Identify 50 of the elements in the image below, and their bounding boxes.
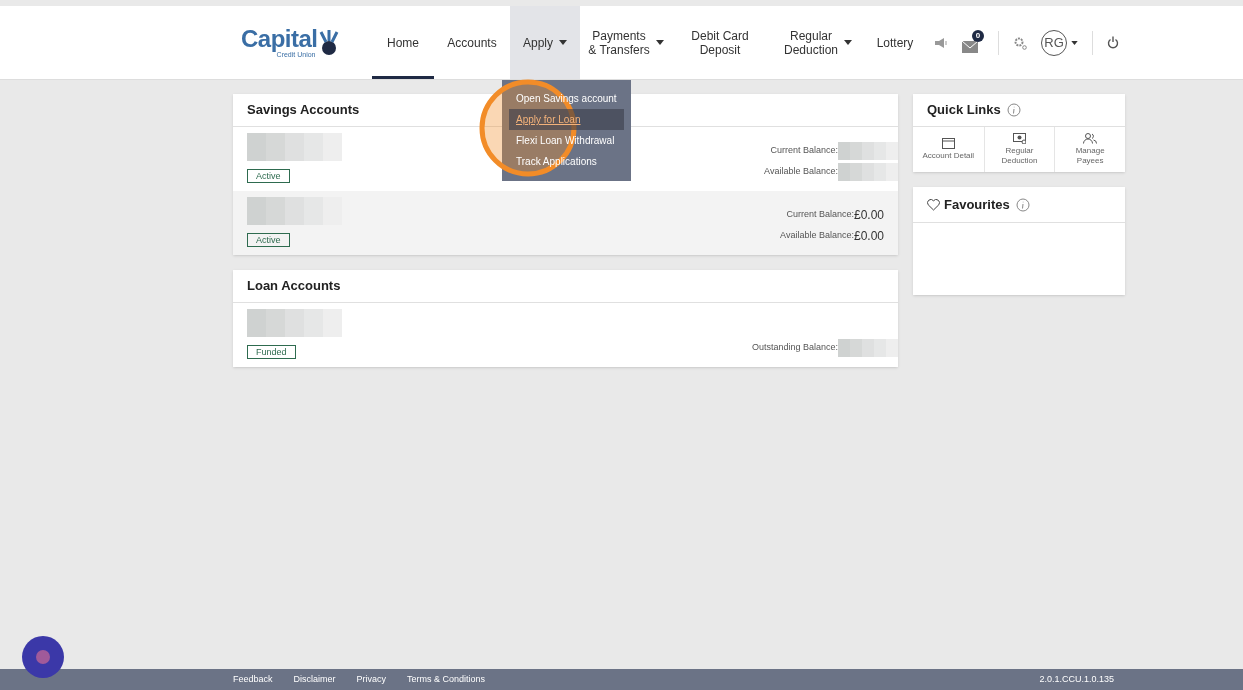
mail-button[interactable]: 0	[962, 32, 984, 53]
heart-icon	[927, 198, 940, 211]
balance-label: Current Balance:	[770, 144, 838, 158]
balance-value: £0.00	[853, 207, 884, 224]
redacted-block	[838, 142, 898, 160]
footer-link[interactable]: Privacy	[356, 672, 387, 687]
quick-link[interactable]: Account Detail	[913, 127, 984, 172]
nav-tab[interactable]: Home	[372, 6, 434, 79]
nav-tab[interactable]: Apply	[510, 6, 580, 79]
message-badge: 0	[972, 29, 984, 42]
caret-icon	[844, 40, 852, 45]
footer-link[interactable]: Terms & Conditions	[407, 672, 486, 687]
nav-tab[interactable]: Debit Card Deposit	[672, 6, 768, 79]
quick-link[interactable]: Regular Deduction	[983, 127, 1055, 172]
info-icon[interactable]	[1006, 103, 1021, 117]
balance-label: Available Balance:	[764, 165, 838, 179]
balance-label: Current Balance:	[786, 208, 854, 222]
redacted-block	[838, 163, 898, 181]
caret-icon	[655, 40, 664, 45]
card-title: Favourites	[944, 195, 1010, 214]
footer-link[interactable]: Feedback	[233, 672, 273, 687]
status-badge: Active	[247, 233, 290, 247]
version-text: 2.0.1.CCU.1.0.135	[1039, 672, 1114, 686]
settings-icon[interactable]	[1013, 35, 1027, 50]
megaphone-icon[interactable]	[934, 37, 948, 48]
nav-tab[interactable]: Payments & Transfers	[580, 6, 672, 79]
balance-label: Available Balance:	[780, 229, 854, 243]
nav-tab[interactable]: Lottery	[868, 6, 922, 79]
info-icon[interactable]	[1015, 197, 1030, 212]
menu-item[interactable]: Apply for Loan	[509, 109, 624, 130]
status-badge: Active	[247, 169, 290, 183]
logo-text: Capital	[241, 26, 318, 51]
footer-link[interactable]: Disclaimer	[293, 672, 336, 687]
redacted-block	[838, 339, 898, 357]
caret-icon	[559, 40, 567, 45]
nav-tab[interactable]: Accounts	[434, 6, 510, 79]
balance-label: Outstanding Balance:	[751, 341, 838, 355]
card-icon	[941, 138, 955, 149]
status-badge: Funded	[247, 345, 296, 359]
mail-icon	[962, 40, 978, 53]
chat-button[interactable]	[22, 636, 64, 678]
card-title: Quick Links	[927, 101, 1001, 120]
power-icon[interactable]	[1107, 36, 1119, 49]
caret-icon[interactable]	[1071, 40, 1078, 45]
people-icon	[1083, 133, 1098, 144]
banknote-icon	[1013, 133, 1026, 144]
thistle-icon	[317, 29, 340, 56]
quick-link[interactable]: Manage Payees	[1054, 127, 1125, 172]
balance-value: £0.00	[853, 228, 884, 245]
nav-tab[interactable]: Regular Deduction	[768, 6, 868, 79]
